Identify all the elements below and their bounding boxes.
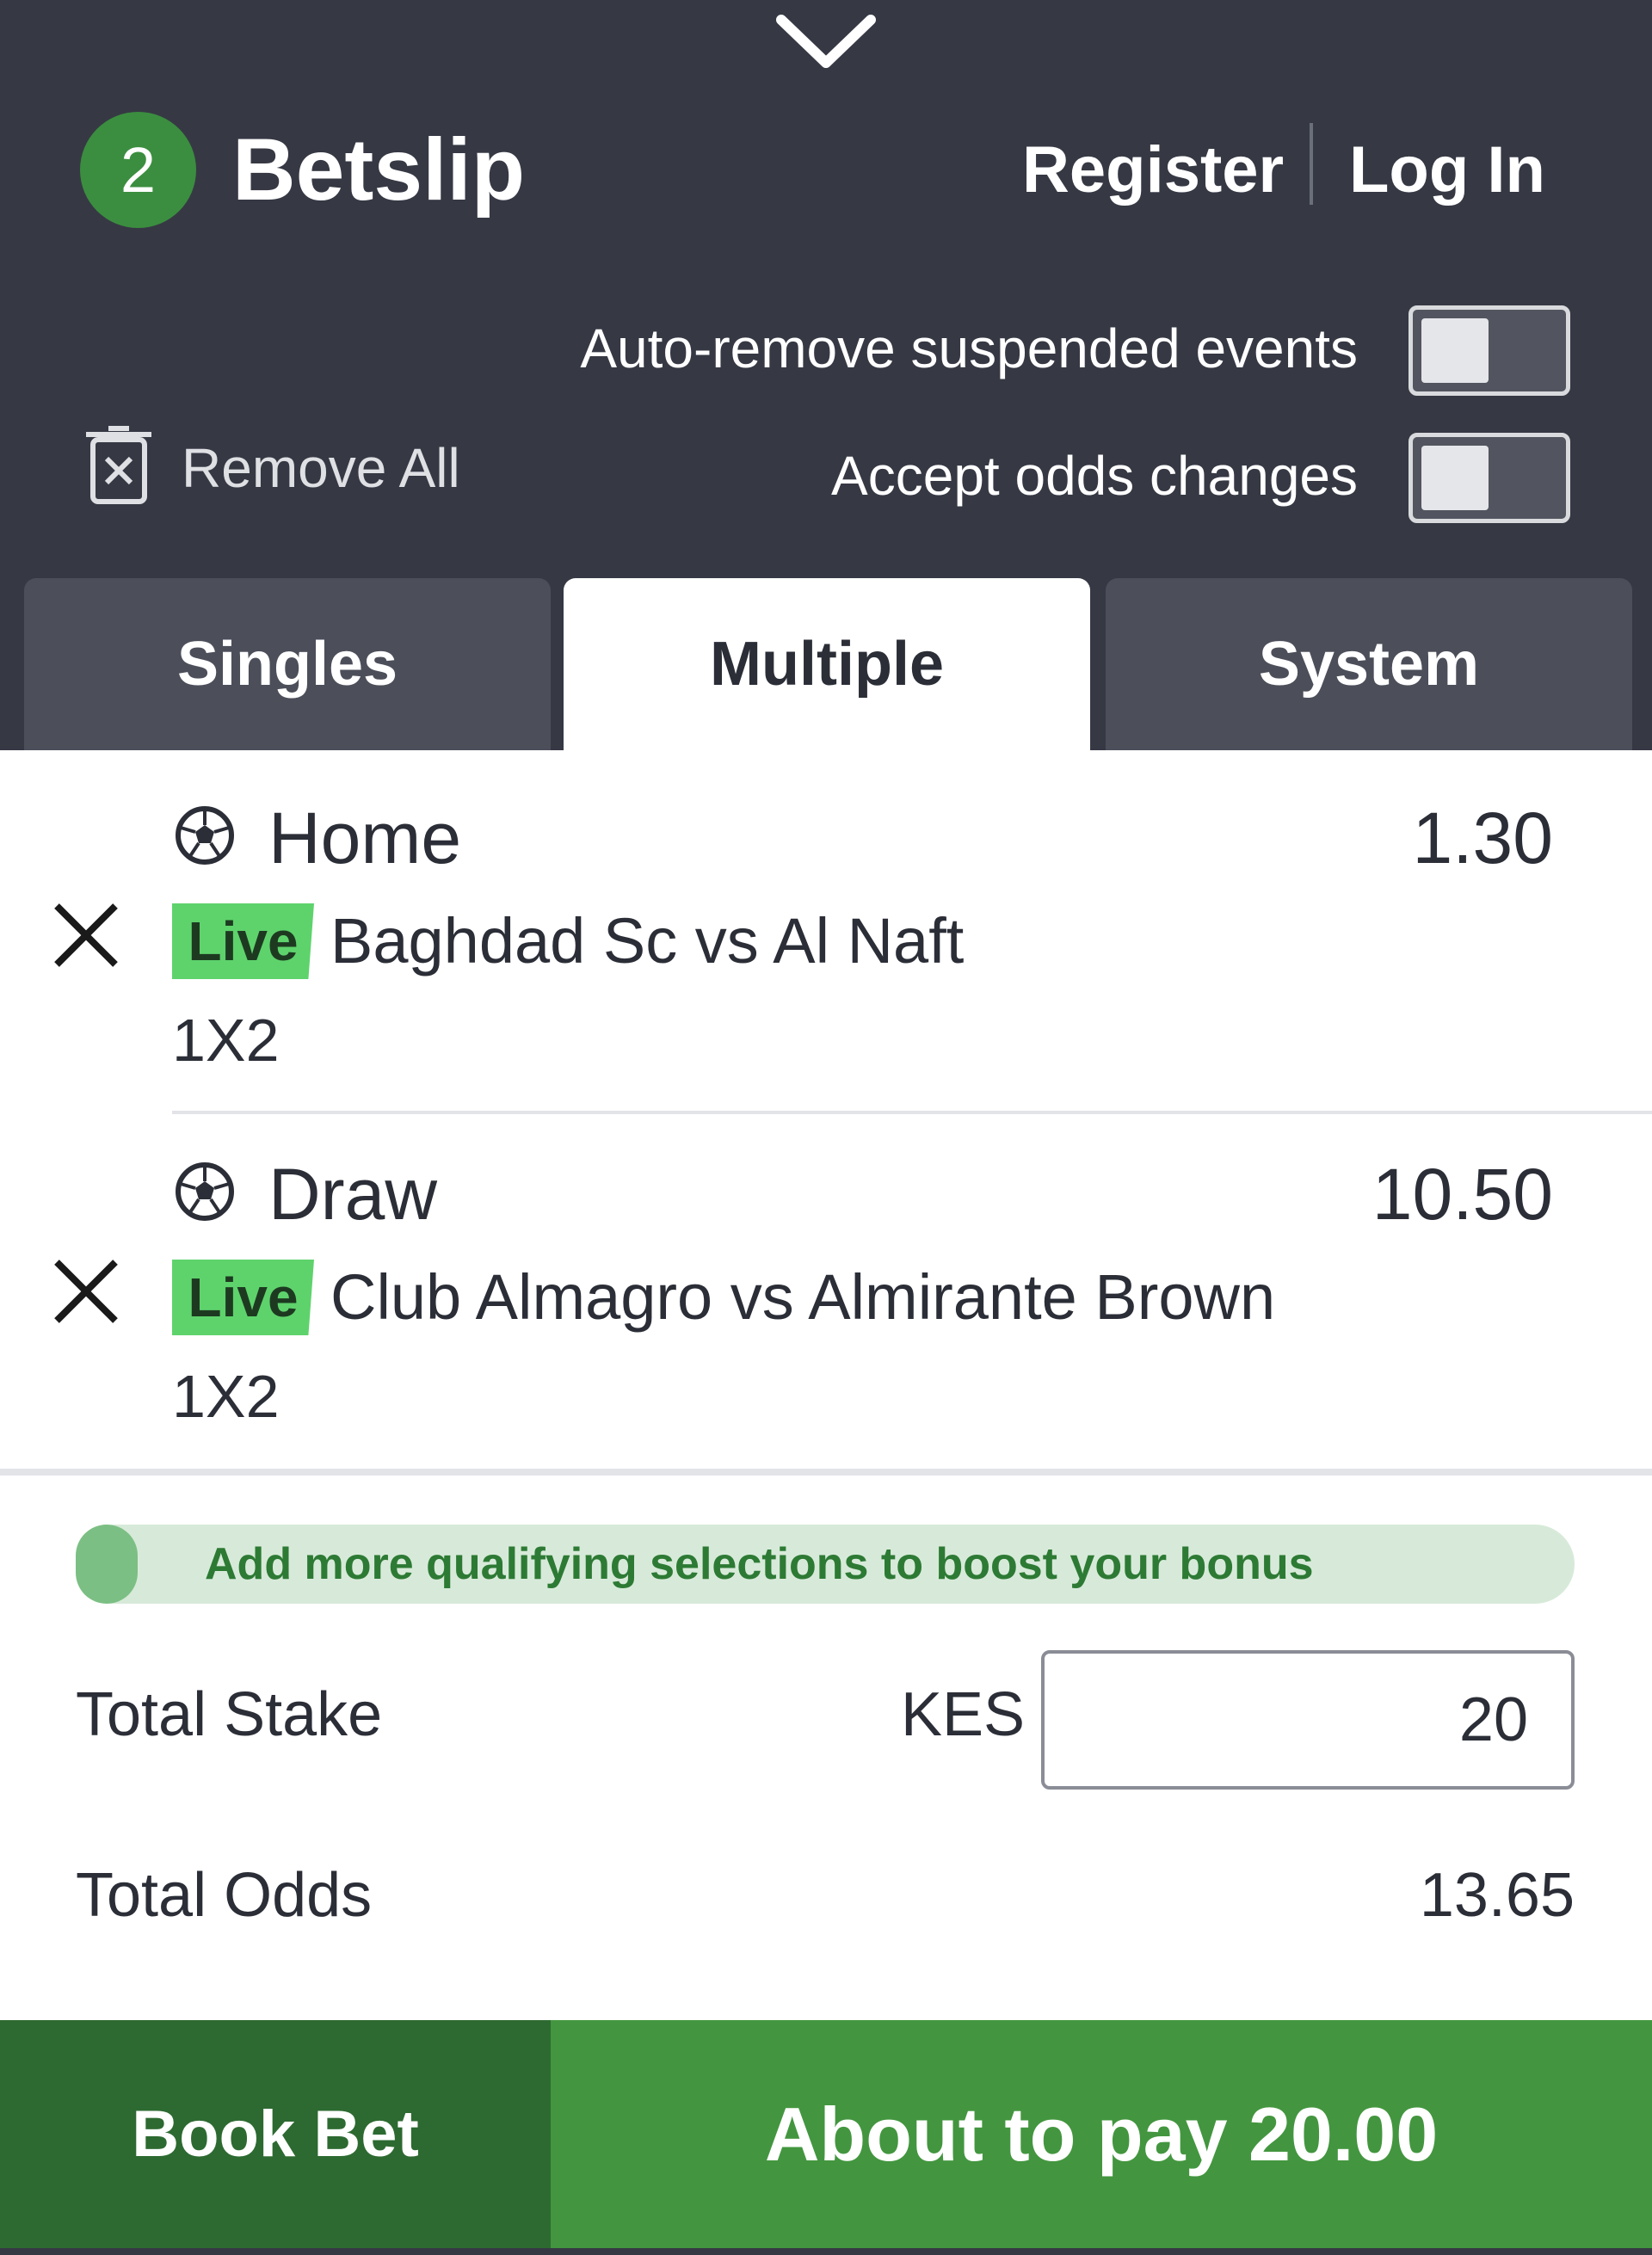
toggle-knob [1421, 446, 1489, 510]
selection-pick: Draw [268, 1154, 438, 1235]
register-link[interactable]: Register [1022, 129, 1284, 211]
total-odds-label: Total Odds [76, 1861, 373, 1930]
tab-singles[interactable]: Singles [24, 578, 551, 750]
live-badge: Live [172, 903, 314, 979]
total-odds-value: 13.65 [1419, 1861, 1575, 1930]
market-name: 1X2 [172, 1363, 280, 1430]
soccer-ball-icon [174, 804, 236, 866]
live-badge: Live [172, 1260, 314, 1335]
selection-pick: Home [268, 798, 462, 878]
accept-odds-toggle[interactable] [1409, 433, 1570, 523]
event-name: Club Almagro vs Almirante Brown [330, 1261, 1276, 1333]
trash-icon [86, 426, 151, 509]
betslip-header: 2 Betslip Register Log In Auto-remove su… [0, 0, 1652, 750]
tab-multiple[interactable]: Multiple [564, 578, 1090, 750]
bonus-progress-bar: Add more qualifying selections to boost … [76, 1525, 1575, 1604]
tab-system[interactable]: System [1106, 578, 1632, 750]
bonus-progress-fill [76, 1525, 138, 1604]
selection-item: Home 1.30 Live Baghdad Sc vs Al Naft 1X2 [0, 750, 1652, 1106]
header-divider [1310, 123, 1313, 205]
stake-input[interactable] [1041, 1650, 1575, 1790]
market-name: 1X2 [172, 1007, 280, 1074]
auto-remove-toggle[interactable] [1409, 305, 1570, 396]
betslip-title: Betslip [232, 120, 526, 219]
selections-divider [0, 1469, 1652, 1476]
soccer-ball-icon [174, 1161, 236, 1223]
collapse-chevron-icon[interactable] [774, 9, 878, 77]
total-stake-label: Total Stake [76, 1680, 383, 1749]
selection-count-badge: 2 [80, 112, 196, 228]
selection-item: Draw 10.50 Live Club Almagro vs Almirant… [0, 1106, 1652, 1463]
login-link[interactable]: Log In [1349, 129, 1545, 211]
book-bet-button[interactable]: Book Bet [0, 2020, 551, 2248]
remove-selection-close-icon[interactable] [47, 896, 125, 974]
currency-label: KES [901, 1680, 1026, 1749]
toggle-knob [1421, 318, 1489, 383]
selection-odds: 1.30 [1412, 798, 1554, 878]
place-bet-button[interactable]: About to pay 20.00 [551, 2020, 1652, 2248]
event-name: Baghdad Sc vs Al Naft [330, 905, 965, 977]
bonus-message: Add more qualifying selections to boost … [205, 1539, 1314, 1589]
remove-all-label: Remove All [182, 436, 460, 499]
accept-odds-label: Accept odds changes [831, 445, 1358, 507]
selection-odds: 10.50 [1372, 1154, 1553, 1235]
remove-selection-close-icon[interactable] [47, 1253, 125, 1330]
bottom-strip [0, 2248, 1652, 2255]
auto-remove-label: Auto-remove suspended events [580, 317, 1358, 379]
remove-all-button[interactable]: Remove All [86, 426, 460, 509]
